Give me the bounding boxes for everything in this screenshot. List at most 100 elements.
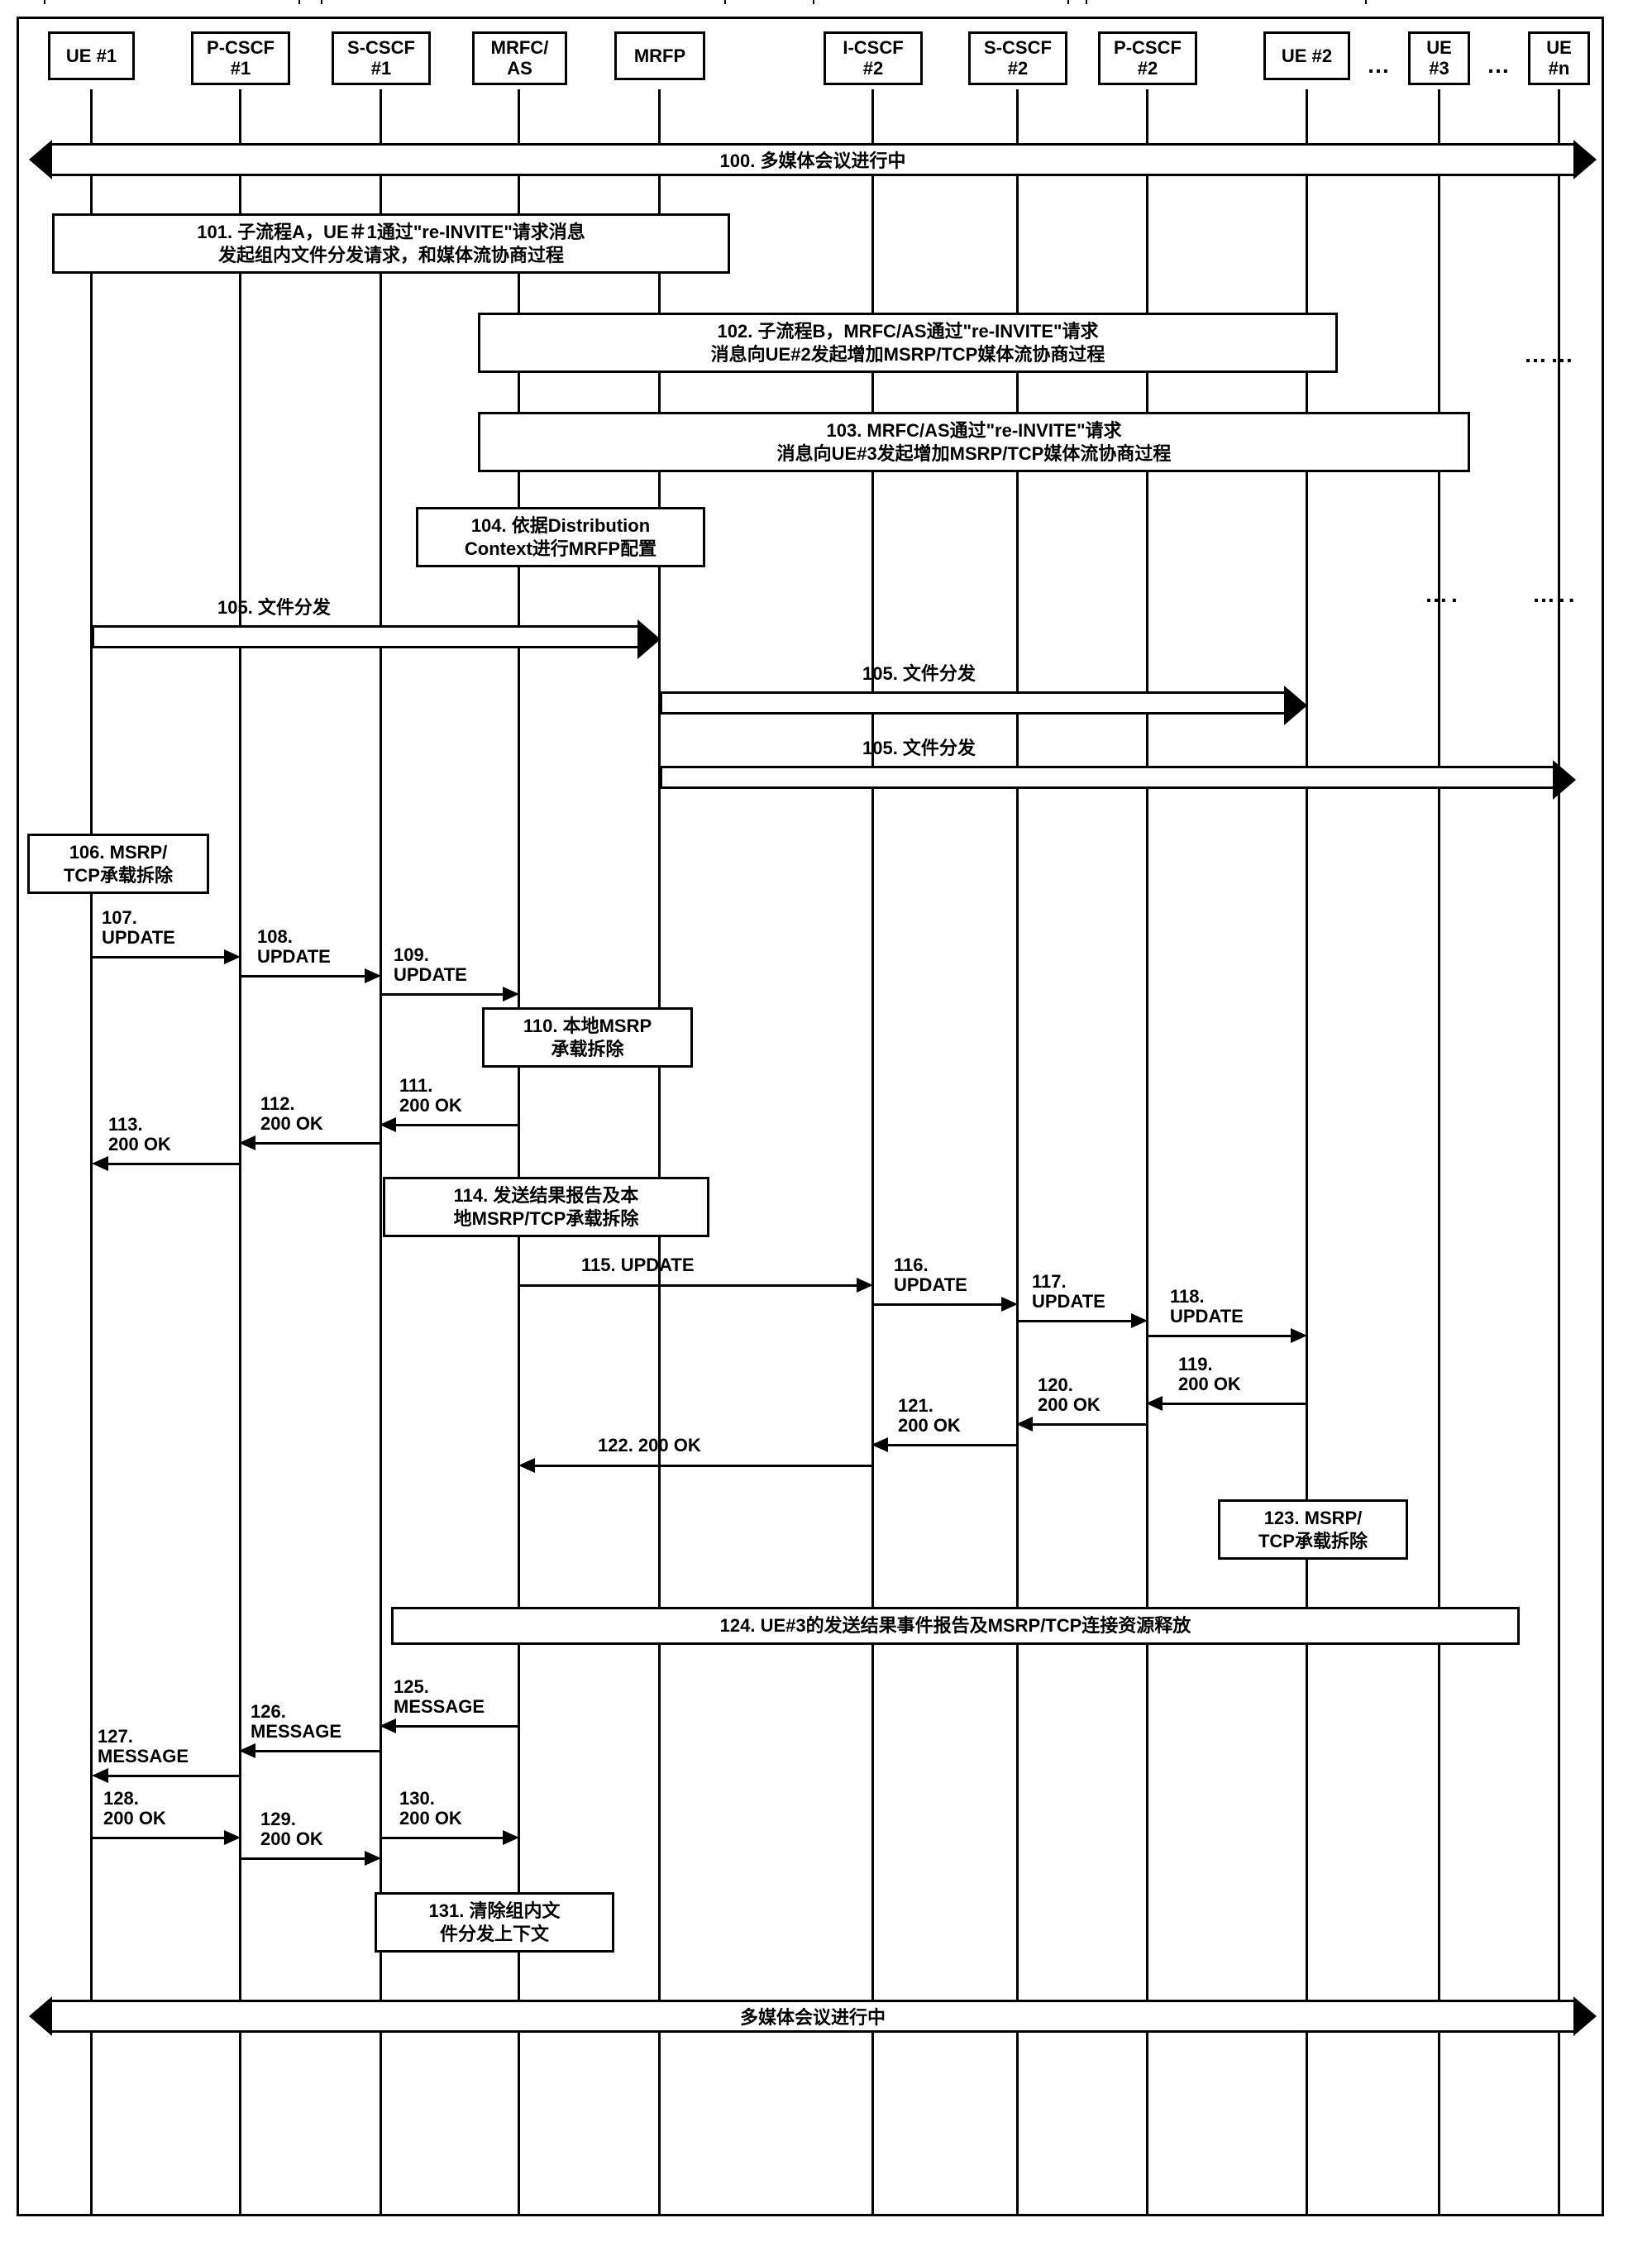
msg-label-125: 125.MESSAGE [394,1677,485,1717]
msg-label-111: 111.200 OK [399,1076,462,1116]
arrow-108 [241,975,365,978]
arrow-105c [660,766,1553,789]
msg-label-119: 119.200 OK [1178,1355,1241,1394]
msg-label-105a: 105. 文件分发 [217,598,331,618]
arrow-121 [888,1444,1016,1446]
lifeline-uen [1558,89,1560,2214]
arrow-head-120 [1016,1417,1033,1432]
arrow-111 [396,1124,518,1126]
box-102: 102. 子流程B，MRFC/AS通过"re-INVITE"请求消息向UE#2发… [478,313,1338,373]
arrow-head-127 [92,1768,108,1783]
bracket-2 [321,0,726,4]
msg-label-108: 108.UPDATE [257,927,331,967]
participant-ue2: UE #2 [1263,31,1350,80]
arrow-107 [92,956,224,958]
bracket-3 [813,0,1069,4]
box-123: 123. MSRP/TCP承载拆除 [1218,1499,1408,1560]
arrow-head-119 [1146,1396,1163,1411]
arrow-head-111 [380,1117,396,1132]
participant-ue3: UE#3 [1408,31,1470,85]
sequence-diagram: UE#1拜访网络 多媒体会议中心归属网络 UE#2归属网络 UE#2拜访网络 U… [17,17,1604,2216]
arrow-head-125 [380,1718,396,1733]
msg-label-115: 115. UPDATE [581,1255,695,1275]
lifeline-ue2 [1306,89,1308,2214]
arrow-105a [92,625,637,648]
msg-label-117: 117.UPDATE [1032,1272,1105,1312]
msg-label-116: 116.UPDATE [894,1255,967,1295]
msg-label-105c: 105. 文件分发 [862,739,976,758]
arrow-head-112 [239,1135,255,1150]
participant-pcscf1: P-CSCF#1 [191,31,290,85]
bracket-1 [44,0,300,4]
msg-label-126: 126.MESSAGE [251,1702,341,1742]
arrow-head-121 [871,1437,888,1452]
arrow-115 [520,1284,857,1287]
participant-scscf1: S-CSCF#1 [332,31,431,85]
ellipsis-icon: …… [1524,342,1577,368]
arrow-head-122 [518,1458,535,1473]
arrow-105b [660,691,1284,715]
bar-end: 多媒体会议进行中 [52,2000,1573,2033]
arrow-116 [873,1303,1001,1306]
arrow-129 [241,1857,365,1860]
participant-ue1: UE #1 [48,31,135,80]
arrow-122 [535,1465,871,1467]
arrow-head-113 [92,1156,108,1171]
lifeline-pcscf1 [239,89,241,2214]
msg-label-120: 120.200 OK [1038,1375,1101,1415]
arrow-113 [108,1163,239,1165]
lifeline-ue3 [1438,89,1440,2214]
box-104: 104. 依据DistributionContext进行MRFP配置 [416,507,705,567]
participant-pcscf2: P-CSCF#2 [1098,31,1197,85]
box-101: 101. 子流程A，UE＃1通过"re-INVITE"请求消息发起组内文件分发请… [52,213,730,274]
msg-label-118: 118.UPDATE [1170,1287,1244,1326]
participant-icscf2: I-CSCF#2 [824,31,923,85]
msg-label-129: 129.200 OK [260,1809,323,1849]
participant-scscf2: S-CSCF#2 [968,31,1067,85]
lifeline-mrfp [658,89,661,2214]
msg-label-109: 109.UPDATE [394,945,467,985]
lifeline-icscf2 [871,89,874,2214]
msg-label-113: 113.200 OK [108,1115,171,1154]
box-131: 131. 清除组内文件分发上下文 [375,1892,614,1953]
arrow-120 [1033,1423,1146,1426]
box-106: 106. MSRP/TCP承载拆除 [27,834,209,894]
msg-label-107: 107.UPDATE [102,908,175,948]
arrow-127 [108,1775,239,1777]
arrow-head-130 [503,1830,519,1845]
arrow-head-115 [857,1278,873,1293]
ellipsis-icon: … [1367,52,1393,79]
ellipsis-icon: … [1487,52,1513,79]
arrow-109 [381,993,503,996]
msg-label-127: 127.MESSAGE [98,1727,189,1766]
arrow-125 [396,1725,518,1728]
arrow-head-117 [1131,1313,1148,1328]
box-110: 110. 本地MSRP承载拆除 [482,1007,693,1068]
msg-label-105b: 105. 文件分发 [862,664,976,684]
arrow-head-109 [503,987,519,1001]
box-103: 103. MRFC/AS通过"re-INVITE"请求消息向UE#3发起增加MS… [478,412,1470,472]
ellipsis-icon: ….. [1532,581,1578,608]
arrow-head-118 [1291,1328,1307,1343]
participant-uen: UE#n [1528,31,1590,85]
participant-mrfc-as: MRFC/AS [472,31,567,85]
arrow-112 [255,1142,380,1145]
box-114: 114. 发送结果报告及本地MSRP/TCP承载拆除 [383,1177,709,1237]
arrow-head-128 [224,1830,241,1845]
lifeline-scscf2 [1016,89,1019,2214]
ellipsis-icon: …. [1425,581,1461,608]
arrow-118 [1148,1335,1291,1337]
box-124: 124. UE#3的发送结果事件报告及MSRP/TCP连接资源释放 [391,1607,1520,1645]
arrow-126 [255,1750,380,1752]
arrow-head-129 [365,1851,381,1866]
arrow-head-108 [365,968,381,983]
bar-100: 100. 多媒体会议进行中 [52,143,1573,176]
lifeline-pcscf2 [1146,89,1148,2214]
arrow-head-116 [1001,1297,1018,1312]
arrow-head-126 [239,1743,255,1758]
bracket-4 [1086,0,1367,4]
arrow-130 [381,1837,503,1839]
msg-label-130: 130.200 OK [399,1789,462,1828]
arrow-head-107 [224,949,241,964]
lifeline-ue1 [90,89,93,2214]
